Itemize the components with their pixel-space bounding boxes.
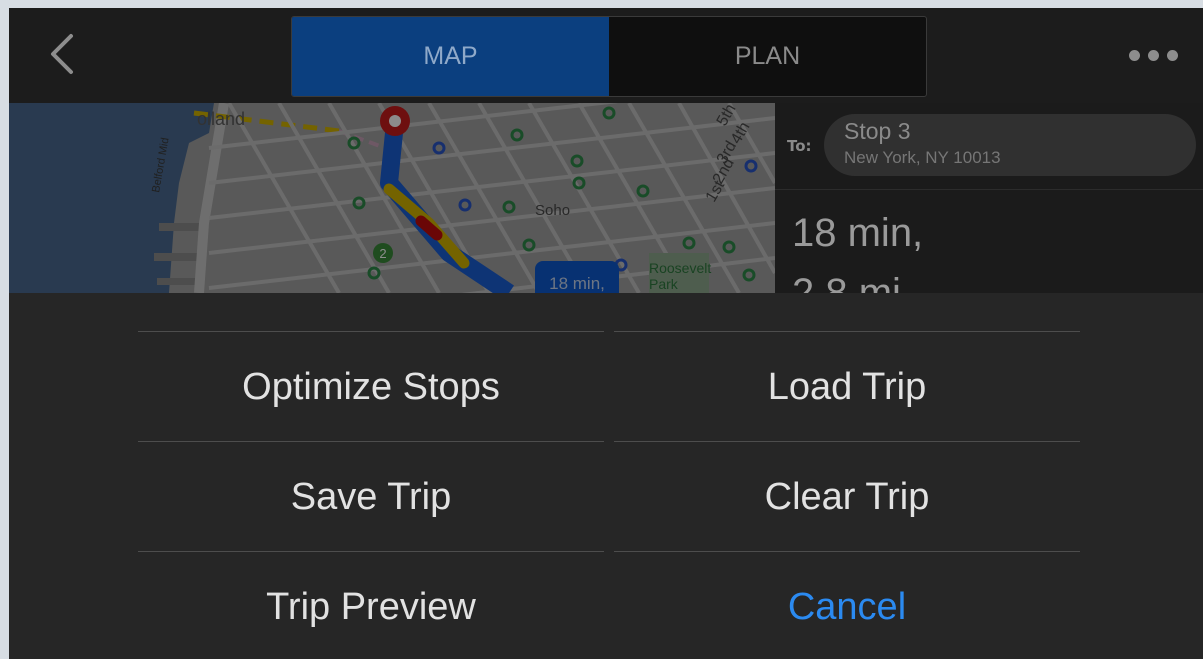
destination-row: To: Stop 3 New York, NY 10013 (775, 103, 1203, 190)
trip-preview-button[interactable]: Trip Preview (138, 551, 604, 659)
tab-plan[interactable]: PLAN (609, 17, 926, 96)
trip-duration: 18 min, (792, 211, 924, 255)
more-options-button[interactable] (1117, 38, 1189, 72)
optimize-stops-button[interactable]: Optimize Stops (138, 331, 604, 442)
back-button[interactable] (37, 26, 87, 82)
trip-options-sheet: Optimize Stops Load Trip Save Trip Clear… (9, 293, 1203, 659)
more-horizontal-icon (1166, 49, 1178, 61)
trip-info-panel: To: Stop 3 New York, NY 10013 18 min, 2.… (775, 103, 1203, 315)
app-screen: MAP PLAN 2 olland Belford Mid Soho Roose… (9, 8, 1203, 659)
more-horizontal-icon (1128, 49, 1140, 61)
header-bar: MAP PLAN (9, 8, 1203, 103)
route-map[interactable]: 2 olland Belford Mid Soho Roosevelt Park… (9, 103, 775, 293)
more-horizontal-icon (1147, 49, 1159, 61)
cancel-button[interactable]: Cancel (614, 551, 1080, 659)
clear-trip-button[interactable]: Clear Trip (614, 441, 1080, 552)
save-trip-button[interactable]: Save Trip (138, 441, 604, 552)
tab-map[interactable]: MAP (292, 17, 609, 96)
destination-address: New York, NY 10013 (844, 148, 1001, 167)
view-tabs: MAP PLAN (291, 16, 927, 97)
destination-pill[interactable]: Stop 3 New York, NY 10013 (824, 114, 1196, 176)
load-trip-button[interactable]: Load Trip (614, 331, 1080, 442)
chevron-left-icon (51, 34, 73, 74)
destination-name: Stop 3 (844, 118, 911, 144)
to-label: To: (787, 137, 812, 155)
